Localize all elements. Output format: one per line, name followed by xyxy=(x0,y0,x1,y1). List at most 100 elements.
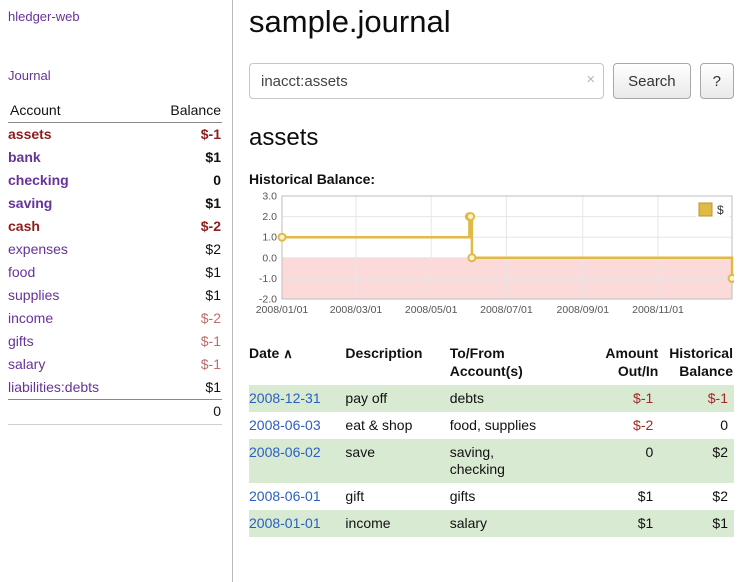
account-balance: 0 xyxy=(143,169,222,192)
app-title-link[interactable]: hledger-web xyxy=(8,9,80,24)
account-balance: $-2 xyxy=(143,215,222,238)
help-button[interactable]: ? xyxy=(700,63,734,99)
account-link[interactable]: food xyxy=(8,264,35,280)
account-row: salary $-1 xyxy=(8,353,222,376)
sort-ascending-icon: ∧ xyxy=(283,346,293,361)
register-table: Date ∧ Description To/From Account(s) Am… xyxy=(249,342,734,537)
register-row: 2008-12-31pay offdebts$-1$-1 xyxy=(249,385,734,412)
account-row: income $-2 xyxy=(8,307,222,330)
register-row: 2008-06-03 eat & shopfood, supplies$-20 xyxy=(249,412,734,439)
register-amount: $-1 xyxy=(580,385,659,412)
main-content: sample.journal × Search ? assets Histori… xyxy=(233,0,742,582)
account-row: food $1 xyxy=(8,261,222,284)
register-row: 2008-01-01incomesalary$1$1 xyxy=(249,510,734,537)
sidebar: hledger-web Journal Account Balance asse… xyxy=(0,0,233,582)
account-link[interactable]: liabilities:debts xyxy=(8,379,99,395)
accounts-table-body: assets$-1bank$1checking0saving$1cash$-2e… xyxy=(8,123,222,400)
account-balance: $-1 xyxy=(143,123,222,147)
account-row: cash $-2 xyxy=(8,215,222,238)
account-link[interactable]: bank xyxy=(8,149,41,165)
register-row: 2008-06-02savesaving,checking0$2 xyxy=(249,439,734,483)
register-row: 2008-06-01giftgifts$1$2 xyxy=(249,483,734,510)
account-balance: $-2 xyxy=(143,307,222,330)
chart-title: Historical Balance: xyxy=(249,171,734,187)
account-balance: $1 xyxy=(143,261,222,284)
register-historical-balance: 0 xyxy=(659,412,734,439)
account-row: expenses $2 xyxy=(8,238,222,261)
svg-text:2008/11/01: 2008/11/01 xyxy=(632,304,684,316)
account-row: saving $1 xyxy=(8,192,222,215)
register-header-date: Date ∧ xyxy=(249,342,345,385)
svg-text:$: $ xyxy=(717,203,724,217)
account-link[interactable]: expenses xyxy=(8,241,68,257)
register-date-link[interactable]: 2008-06-02 xyxy=(249,444,321,460)
account-row: assets $-1 xyxy=(8,123,222,147)
register-header-row: Date ∧ Description To/From Account(s) Am… xyxy=(249,342,734,385)
register-accounts: food, supplies xyxy=(450,412,580,439)
register-description: gift xyxy=(345,483,449,510)
svg-text:1.0: 1.0 xyxy=(262,232,277,244)
register-date-link[interactable]: 2008-06-01 xyxy=(249,488,321,504)
account-link[interactable]: salary xyxy=(8,356,45,372)
register-historical-balance: $2 xyxy=(659,439,734,483)
register-header-amount: Amount Out/In xyxy=(580,342,659,385)
account-balance: $-1 xyxy=(143,353,222,376)
account-link[interactable]: cash xyxy=(8,218,40,234)
search-input[interactable] xyxy=(249,63,604,99)
account-balance: $-1 xyxy=(143,330,222,353)
account-row: liabilities:debts $1 xyxy=(8,376,222,400)
register-accounts: debts xyxy=(450,385,580,412)
search-form: × Search ? xyxy=(249,63,734,99)
register-header-accounts: To/From Account(s) xyxy=(450,342,580,385)
account-balance: $1 xyxy=(143,376,222,400)
register-date-link[interactable]: 2008-01-01 xyxy=(249,515,321,531)
register-date-link[interactable]: 2008-12-31 xyxy=(249,390,321,406)
register-amount: $1 xyxy=(580,510,659,537)
account-balance: $1 xyxy=(143,192,222,215)
accounts-table: Account Balance assets $-1 bank $1 checking 0… xyxy=(8,99,222,425)
account-link[interactable]: saving xyxy=(8,195,52,211)
account-row: bank $1 xyxy=(8,146,222,169)
svg-text:2008/09/01: 2008/09/01 xyxy=(557,304,610,316)
account-link[interactable]: income xyxy=(8,310,53,326)
accounts-total-row: 0 xyxy=(8,400,222,425)
account-link[interactable]: gifts xyxy=(8,333,34,349)
register-amount: $1 xyxy=(580,483,659,510)
register-historical-balance: $2 xyxy=(659,483,734,510)
page-title: sample.journal xyxy=(249,4,734,40)
register-date-link[interactable]: 2008-06-03 xyxy=(249,417,321,433)
svg-text:3.0: 3.0 xyxy=(262,192,277,203)
accounts-total-value: 0 xyxy=(143,400,222,425)
svg-text:-1.0: -1.0 xyxy=(259,273,277,285)
clear-search-icon[interactable]: × xyxy=(586,71,595,88)
accounts-header-balance: Balance xyxy=(143,99,222,123)
register-header-description: Description xyxy=(345,342,449,385)
account-row: supplies $1 xyxy=(8,284,222,307)
account-link[interactable]: checking xyxy=(8,172,69,188)
register-description: income xyxy=(345,510,449,537)
register-amount: $-2 xyxy=(580,412,659,439)
svg-text:2008/07/01: 2008/07/01 xyxy=(480,304,533,316)
search-input-wrap: × xyxy=(249,63,604,99)
accounts-header-account: Account xyxy=(8,99,143,123)
register-historical-balance: $1 xyxy=(659,510,734,537)
svg-text:2.0: 2.0 xyxy=(262,211,277,223)
account-balance: $1 xyxy=(143,284,222,307)
account-heading: assets xyxy=(249,124,734,152)
app-window: hledger-web Journal Account Balance asse… xyxy=(0,0,742,582)
account-link[interactable]: supplies xyxy=(8,287,59,303)
account-row: gifts $-1 xyxy=(8,330,222,353)
search-button[interactable]: Search xyxy=(613,63,691,99)
account-row: checking 0 xyxy=(8,169,222,192)
account-balance: $2 xyxy=(143,238,222,261)
sidebar-item-journal[interactable]: Journal xyxy=(8,68,51,83)
svg-text:0.0: 0.0 xyxy=(262,252,277,264)
register-description: save xyxy=(345,439,449,483)
svg-text:2008/05/01: 2008/05/01 xyxy=(405,304,458,316)
register-description: eat & shop xyxy=(345,412,449,439)
account-balance: $1 xyxy=(143,146,222,169)
svg-text:2008/01/01: 2008/01/01 xyxy=(256,304,309,316)
register-accounts: salary xyxy=(450,510,580,537)
register-table-body: 2008-12-31pay offdebts$-1$-1 2008-06-03 ea… xyxy=(249,385,734,537)
account-link[interactable]: assets xyxy=(8,126,52,142)
